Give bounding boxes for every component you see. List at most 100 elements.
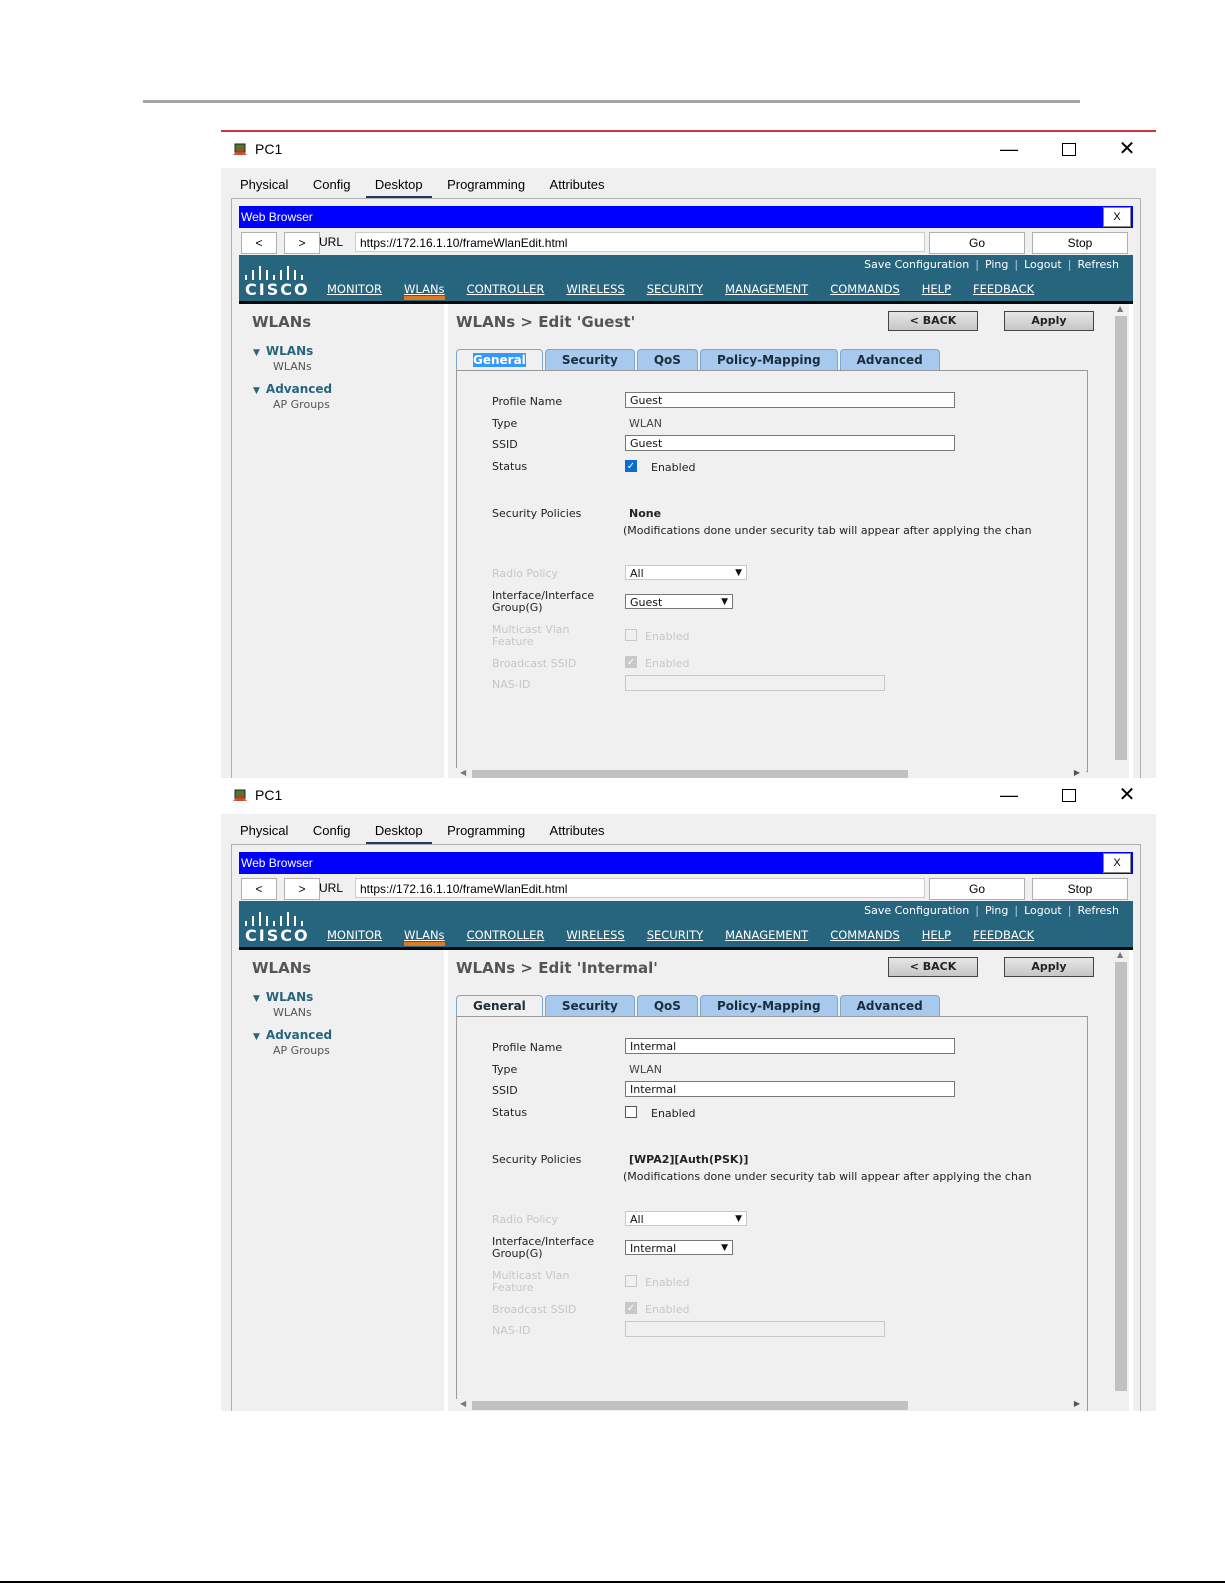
sidebar-subitem-wlans[interactable]: WLANs — [273, 360, 312, 373]
tab-qos[interactable]: QoS — [636, 349, 698, 370]
tab-security[interactable]: Security — [544, 349, 635, 370]
go-button[interactable]: Go — [929, 232, 1025, 254]
sidebar-subitem-ap-groups[interactable]: AP Groups — [273, 398, 330, 411]
tab-programming[interactable]: Programming — [438, 174, 534, 196]
scroll-up-arrow-icon[interactable]: ▲ — [1117, 950, 1123, 959]
url-input[interactable]: https://172.16.1.10/frameWlanEdit.html — [355, 232, 925, 252]
apply-button[interactable]: Apply — [1004, 957, 1094, 977]
tab-policy-mapping[interactable]: Policy-Mapping — [699, 349, 838, 370]
tab-attributes[interactable]: Attributes — [541, 820, 614, 842]
ping-link[interactable]: Ping — [979, 904, 1014, 917]
vertical-scroll-thumb[interactable] — [1115, 316, 1127, 760]
profile-name-input[interactable]: Guest — [625, 392, 955, 408]
ssid-input[interactable]: Guest — [625, 435, 955, 451]
tab-qos[interactable]: QoS — [636, 995, 698, 1016]
profile-name-input[interactable]: Intermal — [625, 1038, 955, 1054]
horizontal-scrollbar[interactable]: ◀ ▶ — [456, 1399, 1086, 1411]
status-enabled-checkbox[interactable]: ✓ — [625, 1106, 637, 1118]
stop-button[interactable]: Stop — [1032, 232, 1128, 254]
menu-wireless[interactable]: WIRELESS — [566, 928, 624, 944]
refresh-link[interactable]: Refresh — [1071, 258, 1125, 271]
nas-id-label: NAS-ID — [492, 1324, 531, 1337]
stop-button[interactable]: Stop — [1032, 878, 1128, 900]
tab-policy-mapping[interactable]: Policy-Mapping — [699, 995, 838, 1016]
tab-general[interactable]: General — [456, 349, 543, 370]
sidebar-item-advanced[interactable]: ▼ Advanced — [253, 1028, 332, 1042]
scroll-right-arrow-icon[interactable]: ▶ — [1074, 1399, 1080, 1408]
menu-help[interactable]: HELP — [922, 282, 951, 298]
apply-button[interactable]: Apply — [1004, 311, 1094, 331]
sidebar-subitem-ap-groups[interactable]: AP Groups — [273, 1044, 330, 1057]
save-configuration-link[interactable]: Save Configuration — [858, 904, 975, 917]
go-button[interactable]: Go — [929, 878, 1025, 900]
menu-commands[interactable]: COMMANDS — [830, 282, 900, 298]
back-button[interactable]: < BACK — [888, 957, 978, 977]
close-icon[interactable]: ✕ — [1104, 134, 1150, 164]
forward-nav-button[interactable]: > — [284, 232, 320, 254]
web-browser-close-button[interactable]: X — [1103, 207, 1131, 227]
tab-physical[interactable]: Physical — [231, 174, 297, 196]
sidebar-item-wlans[interactable]: ▼ WLANs — [253, 344, 313, 358]
ssid-input[interactable]: Intermal — [625, 1081, 955, 1097]
sidebar-item-advanced[interactable]: ▼ Advanced — [253, 382, 332, 396]
radio-policy-select[interactable]: All ▼ — [625, 565, 747, 580]
save-configuration-link[interactable]: Save Configuration — [858, 258, 975, 271]
tab-config[interactable]: Config — [304, 174, 360, 196]
multicast-label-line2: Feature — [492, 635, 534, 648]
menu-controller[interactable]: CONTROLLER — [467, 282, 545, 298]
vertical-scrollbar[interactable]: ▲ — [1113, 950, 1129, 1411]
tab-advanced[interactable]: Advanced — [839, 349, 940, 370]
tab-programming[interactable]: Programming — [438, 820, 534, 842]
menu-security[interactable]: SECURITY — [647, 282, 703, 298]
menu-commands[interactable]: COMMANDS — [830, 928, 900, 944]
url-input[interactable]: https://172.16.1.10/frameWlanEdit.html — [355, 878, 925, 898]
interface-select[interactable]: Intermal ▼ — [625, 1240, 733, 1255]
scroll-right-arrow-icon[interactable]: ▶ — [1074, 768, 1080, 777]
tab-attributes[interactable]: Attributes — [541, 174, 614, 196]
status-enabled-checkbox[interactable]: ✓ — [625, 460, 637, 472]
close-icon[interactable]: ✕ — [1104, 780, 1150, 810]
menu-wlans[interactable]: WLANs — [404, 282, 445, 300]
tab-general[interactable]: General — [456, 995, 543, 1016]
scroll-up-arrow-icon[interactable]: ▲ — [1117, 304, 1123, 313]
minimize-icon[interactable]: — — [986, 134, 1032, 164]
sidebar-subitem-wlans[interactable]: WLANs — [273, 1006, 312, 1019]
tab-physical[interactable]: Physical — [231, 820, 297, 842]
menu-security[interactable]: SECURITY — [647, 928, 703, 944]
menu-management[interactable]: MANAGEMENT — [725, 928, 808, 944]
back-nav-button[interactable]: < — [241, 878, 277, 900]
tab-security[interactable]: Security — [544, 995, 635, 1016]
back-nav-button[interactable]: < — [241, 232, 277, 254]
horizontal-scroll-thumb[interactable] — [472, 1401, 908, 1410]
sidebar-item-wlans[interactable]: ▼ WLANs — [253, 990, 313, 1004]
menu-controller[interactable]: CONTROLLER — [467, 928, 545, 944]
refresh-link[interactable]: Refresh — [1071, 904, 1125, 917]
logout-link[interactable]: Logout — [1018, 904, 1068, 917]
tab-desktop[interactable]: Desktop — [365, 820, 432, 845]
menu-feedback[interactable]: FEEDBACK — [973, 928, 1034, 944]
menu-management[interactable]: MANAGEMENT — [725, 282, 808, 298]
tab-desktop[interactable]: Desktop — [365, 174, 432, 199]
back-button[interactable]: < BACK — [888, 311, 978, 331]
vertical-scrollbar[interactable]: ▲ — [1113, 304, 1129, 780]
logout-link[interactable]: Logout — [1018, 258, 1068, 271]
vertical-scroll-thumb[interactable] — [1115, 962, 1127, 1391]
menu-monitor[interactable]: MONITOR — [327, 928, 382, 944]
maximize-icon[interactable] — [1046, 134, 1092, 164]
menu-wireless[interactable]: WIRELESS — [566, 282, 624, 298]
scroll-left-arrow-icon[interactable]: ◀ — [460, 768, 466, 777]
interface-select[interactable]: Guest ▼ — [625, 594, 733, 609]
minimize-icon[interactable]: — — [986, 780, 1032, 810]
scroll-left-arrow-icon[interactable]: ◀ — [460, 1399, 466, 1408]
menu-feedback[interactable]: FEEDBACK — [973, 282, 1034, 298]
menu-monitor[interactable]: MONITOR — [327, 282, 382, 298]
ping-link[interactable]: Ping — [979, 258, 1014, 271]
web-browser-close-button[interactable]: X — [1103, 853, 1131, 873]
maximize-icon[interactable] — [1046, 780, 1092, 810]
radio-policy-select[interactable]: All ▼ — [625, 1211, 747, 1226]
menu-help[interactable]: HELP — [922, 928, 951, 944]
menu-wlans[interactable]: WLANs — [404, 928, 445, 946]
tab-config[interactable]: Config — [304, 820, 360, 842]
forward-nav-button[interactable]: > — [284, 878, 320, 900]
tab-advanced[interactable]: Advanced — [839, 995, 940, 1016]
